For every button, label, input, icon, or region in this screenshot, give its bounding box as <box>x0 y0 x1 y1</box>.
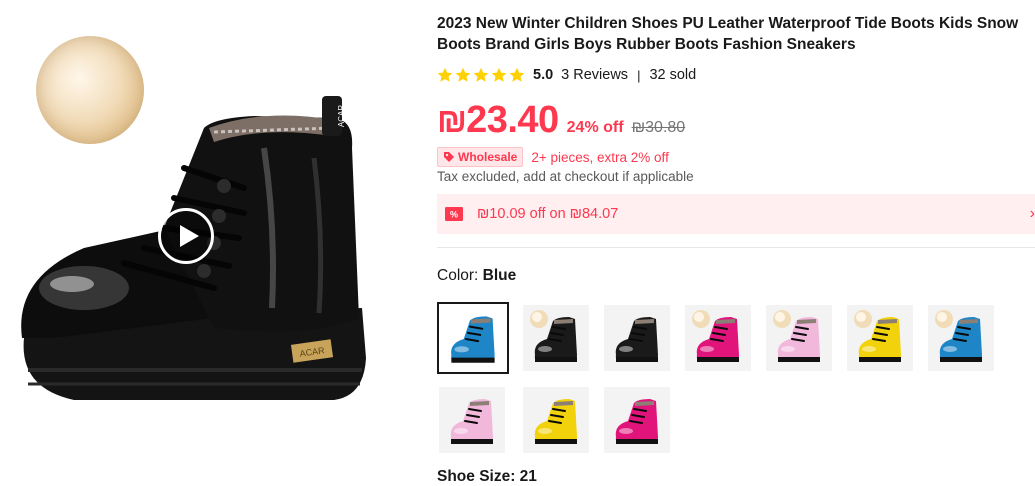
rating-row: 5.0 3 Reviews | 32 sold <box>437 65 696 85</box>
color-swatch[interactable] <box>523 305 589 371</box>
price-currency: ₪ <box>437 102 467 140</box>
wholesale-row: Wholesale 2+ pieces, extra 2% off <box>437 147 669 167</box>
price-row: ₪ 23.40 24% off ₪30.80 <box>437 99 685 143</box>
star-icon <box>437 67 453 82</box>
color-swatch[interactable] <box>604 387 670 453</box>
product-title: 2023 New Winter Children Shoes PU Leathe… <box>437 15 1019 53</box>
color-label-prefix: Color: <box>437 267 483 284</box>
svg-text:ACAR: ACAR <box>337 105 346 127</box>
coupon-banner[interactable]: % ₪10.09 off on ₪84.07 › <box>437 194 1035 234</box>
color-swatch[interactable] <box>604 305 670 371</box>
color-label: Color: Blue <box>437 267 516 285</box>
color-swatch[interactable] <box>847 305 913 371</box>
tax-note: Tax excluded, add at checkout if applica… <box>437 169 694 184</box>
color-swatch[interactable] <box>437 302 509 374</box>
color-swatch[interactable] <box>439 387 505 453</box>
color-swatch[interactable] <box>928 305 994 371</box>
wholesale-badge: Wholesale <box>437 147 524 167</box>
chevron-right-icon: › <box>1029 205 1035 222</box>
original-price: ₪30.80 <box>631 119 686 136</box>
color-swatch[interactable] <box>766 305 832 371</box>
rating-score: 5.0 <box>533 67 554 83</box>
wholesale-badge-label: Wholesale <box>458 150 518 164</box>
tag-icon <box>444 152 454 162</box>
rating-stars[interactable] <box>437 67 525 83</box>
coupon-icon: % <box>445 207 463 221</box>
star-icon <box>473 67 489 82</box>
reviews-link[interactable]: 3 Reviews <box>561 67 628 83</box>
coupon-text: ₪10.09 off on ₪84.07 <box>477 206 619 222</box>
shoe-size-label: Shoe Size: 21 <box>437 468 537 485</box>
play-video-button[interactable] <box>158 208 214 264</box>
svg-text:%: % <box>450 210 458 220</box>
product-gallery: ACAR ACAR <box>0 0 415 479</box>
color-swatch[interactable] <box>685 305 751 371</box>
star-icon <box>509 67 525 82</box>
play-icon <box>180 225 199 247</box>
discount-badge: 24% off <box>566 119 624 136</box>
selected-color: Blue <box>482 267 517 284</box>
star-icon <box>455 67 471 82</box>
rating-separator: | <box>637 67 641 83</box>
star-icon <box>491 67 507 82</box>
color-swatch[interactable] <box>523 387 589 453</box>
sold-count: 32 sold <box>649 67 697 83</box>
current-price: 23.40 <box>466 99 559 141</box>
divider <box>437 247 1035 248</box>
product-info-panel: 2023 New Winter Children Shoes PU Leathe… <box>437 0 1035 485</box>
wholesale-offer: 2+ pieces, extra 2% off <box>531 149 669 165</box>
